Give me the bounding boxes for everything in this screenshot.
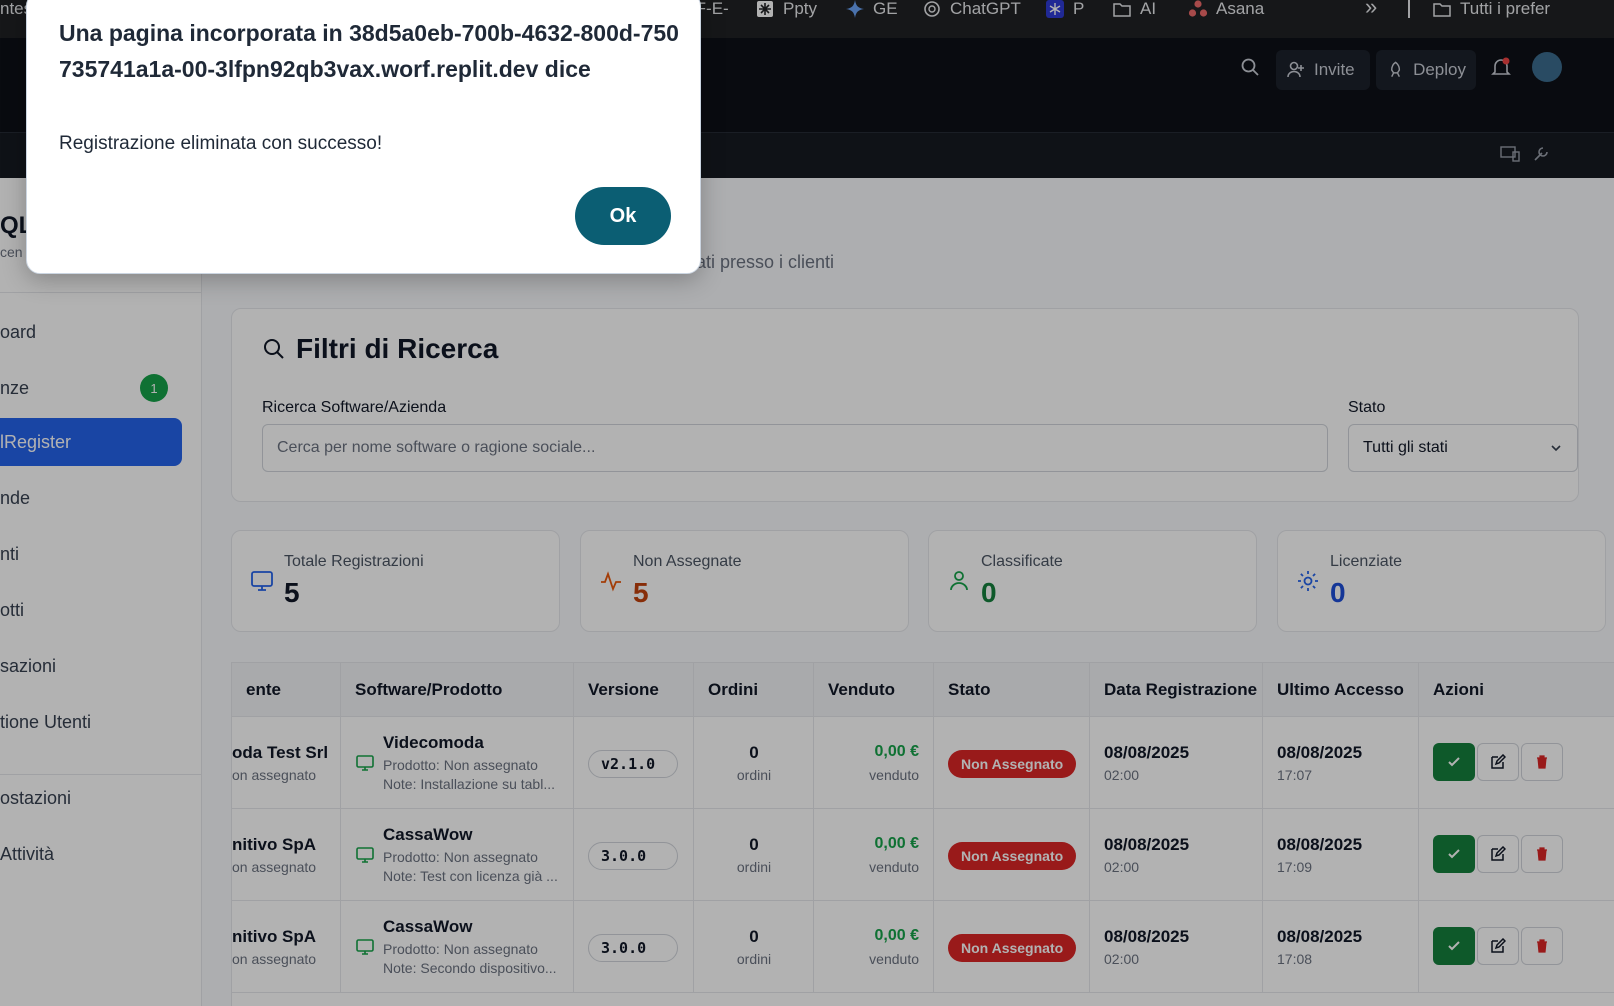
dialog-title: Una pagina incorporata in 38d5a0eb-700b-…	[59, 20, 679, 82]
alert-dialog: Una pagina incorporata in 38d5a0eb-700b-…	[26, 0, 701, 274]
ok-button[interactable]: Ok	[575, 187, 671, 245]
dialog-message: Registrazione eliminata con successo!	[59, 133, 383, 154]
